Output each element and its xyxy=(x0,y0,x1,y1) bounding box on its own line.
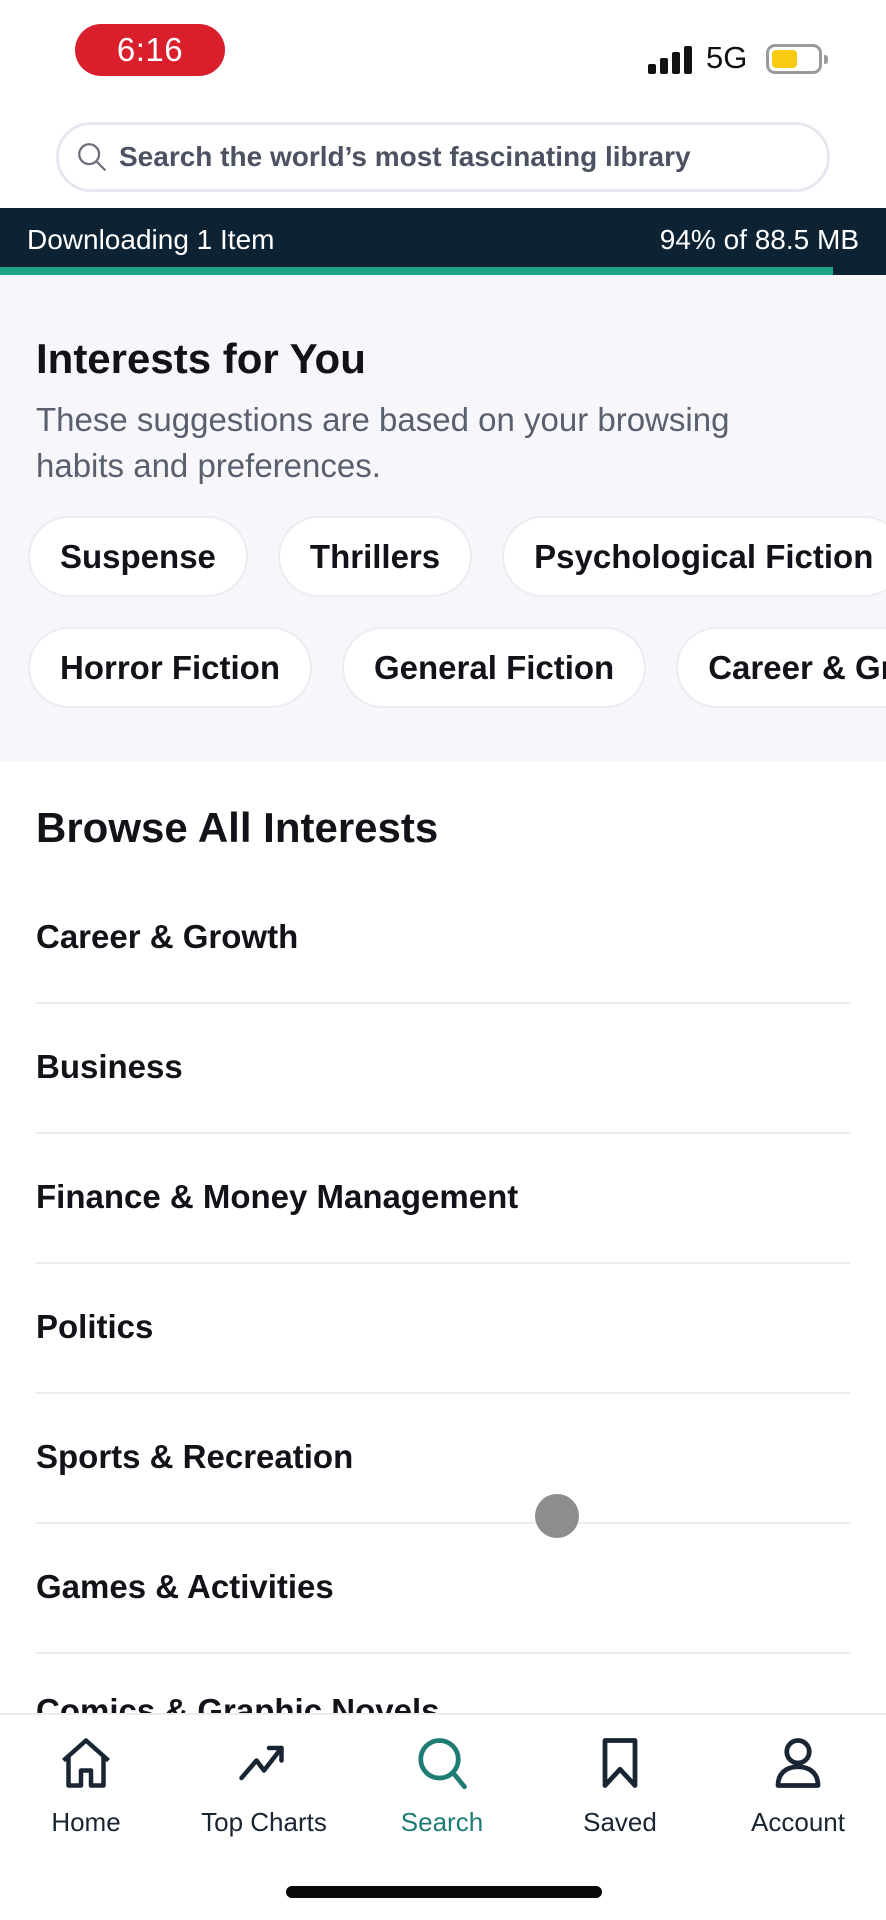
status-time: 6:16 xyxy=(75,24,225,76)
interests-for-you-description: These suggestions are based on your brow… xyxy=(36,401,730,484)
list-item[interactable]: Business xyxy=(36,1004,850,1134)
bookmark-icon xyxy=(602,1738,638,1788)
home-icon xyxy=(62,1738,110,1788)
download-banner[interactable]: Downloading 1 Item 94% of 88.5 MB xyxy=(0,208,886,275)
list-item-label: Comics & Graphic Novels xyxy=(36,1692,440,1714)
search-icon xyxy=(418,1738,467,1790)
interest-chip[interactable]: Career & Growth xyxy=(676,627,886,708)
tab-search[interactable]: Search xyxy=(362,1733,522,1838)
tab-search-label: Search xyxy=(400,1807,484,1837)
download-label: Downloading 1 Item xyxy=(27,224,275,255)
interest-chips-row-1: Suspense Thrillers Psychological Fiction xyxy=(28,516,886,597)
search-bar[interactable] xyxy=(56,122,830,192)
tab-top-charts-label: Top Charts xyxy=(201,1807,327,1837)
battery-level xyxy=(772,50,797,68)
tab-saved-label: Saved xyxy=(583,1807,657,1837)
trending-icon xyxy=(239,1745,284,1781)
tab-account[interactable]: Account xyxy=(718,1733,878,1838)
account-icon xyxy=(775,1738,821,1788)
browse-all-title: Browse All Interests xyxy=(36,804,439,851)
battery-icon xyxy=(766,44,828,74)
list-item[interactable]: Politics xyxy=(36,1264,850,1394)
interest-chip[interactable]: Suspense xyxy=(28,516,248,597)
list-item[interactable]: Finance & Money Management xyxy=(36,1134,850,1264)
search-input[interactable] xyxy=(119,141,819,173)
home-indicator[interactable] xyxy=(286,1886,602,1898)
interests-for-you-section: Interests for You These suggestions are … xyxy=(0,275,886,761)
tab-top-charts[interactable]: Top Charts xyxy=(184,1733,344,1838)
tab-home[interactable]: Home xyxy=(6,1733,166,1838)
interests-for-you-title: Interests for You xyxy=(36,335,366,382)
list-item[interactable]: Career & Growth xyxy=(36,874,850,1004)
download-progress-fill xyxy=(0,267,833,275)
download-progress-bar xyxy=(0,267,886,275)
interest-chips-row-2: Horror Fiction General Fiction Career & … xyxy=(28,627,886,708)
tab-home-label: Home xyxy=(51,1807,121,1837)
list-item[interactable]: Games & Activities xyxy=(36,1524,850,1654)
interests-list: Career & Growth Business Finance & Money… xyxy=(36,874,850,1714)
interest-chip[interactable]: Horror Fiction xyxy=(28,627,312,708)
interest-chip[interactable]: General Fiction xyxy=(342,627,647,708)
list-item[interactable]: Sports & Recreation xyxy=(36,1394,850,1524)
signal-icon xyxy=(648,46,694,74)
interest-chip[interactable]: Psychological Fiction xyxy=(502,516,886,597)
list-item[interactable]: Comics & Graphic Novels xyxy=(36,1654,850,1714)
download-progress-text: 94% of 88.5 MB xyxy=(659,224,859,255)
tab-account-label: Account xyxy=(751,1807,845,1837)
battery-nub xyxy=(824,55,828,64)
status-bar: 6:16 5G xyxy=(0,0,886,110)
network-type: 5G xyxy=(706,40,748,75)
search-icon xyxy=(78,143,106,171)
touch-indicator xyxy=(535,1494,579,1538)
tab-saved[interactable]: Saved xyxy=(540,1733,700,1838)
interest-chip[interactable]: Thrillers xyxy=(277,516,473,597)
